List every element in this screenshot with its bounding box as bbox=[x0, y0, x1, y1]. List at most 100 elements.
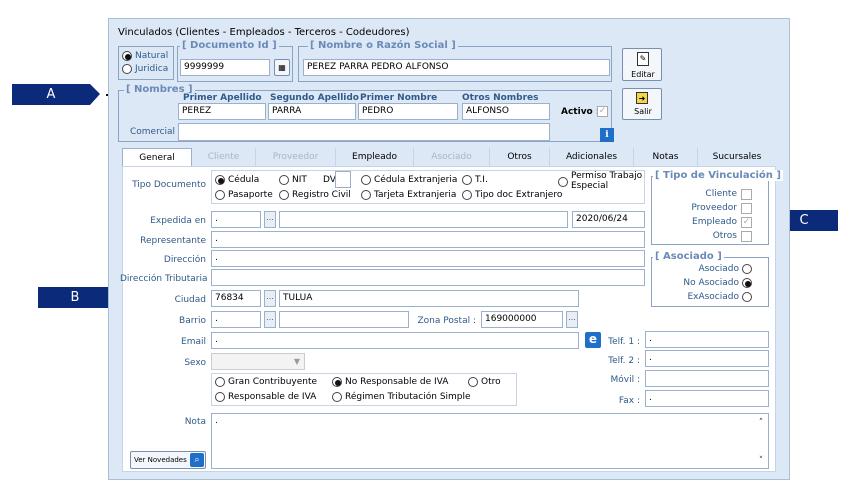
email-label: Email bbox=[181, 337, 206, 347]
barrio-code-input[interactable]: . bbox=[211, 311, 261, 328]
scroll-up-icon[interactable]: ˄ bbox=[756, 418, 766, 428]
ciudad-lookup-button[interactable]: ... bbox=[264, 290, 276, 307]
fax-input[interactable]: . bbox=[645, 390, 769, 407]
tab-empleado[interactable]: Empleado bbox=[336, 148, 414, 166]
regimen-simple-radio[interactable] bbox=[332, 392, 342, 402]
telf1-label: Telf. 1 : bbox=[608, 337, 640, 347]
cedula-radio[interactable] bbox=[215, 175, 225, 185]
otro-regimen-label: Otro bbox=[481, 377, 501, 387]
tarjeta-extranjeria-radio[interactable] bbox=[361, 190, 371, 200]
registro-civil-radio[interactable] bbox=[279, 190, 289, 200]
zona-postal-lookup-button[interactable]: ... bbox=[566, 311, 578, 328]
vinculacion-empleado-checkbox[interactable]: ✓ bbox=[741, 217, 752, 228]
ver-novedades-button[interactable]: Ver Novedades ⌕ bbox=[130, 451, 206, 469]
scroll-down-icon[interactable]: ˅ bbox=[756, 456, 766, 466]
nota-label: Nota bbox=[184, 417, 206, 427]
barrio-lookup-button[interactable]: ... bbox=[264, 311, 276, 328]
movil-label: Móvil : bbox=[610, 375, 641, 385]
tab-adicionales[interactable]: Adicionales bbox=[550, 148, 634, 166]
movil-input[interactable] bbox=[645, 370, 769, 387]
otro-regimen-radio[interactable] bbox=[468, 377, 478, 387]
telf1-input[interactable]: . bbox=[645, 331, 769, 348]
responsable-iva-radio[interactable] bbox=[215, 392, 225, 402]
comercial-input[interactable] bbox=[178, 123, 550, 141]
cedula-label: Cédula bbox=[228, 175, 260, 185]
salir-button[interactable]: ➜ Salir bbox=[622, 88, 662, 120]
email-input[interactable]: . bbox=[211, 332, 579, 349]
ti-radio[interactable] bbox=[462, 175, 472, 185]
representante-label: Representante bbox=[140, 236, 206, 246]
expedida-date-input[interactable]: 2020/06/24 bbox=[572, 211, 645, 228]
barrio-label: Barrio bbox=[179, 316, 206, 326]
callout-a-arrow bbox=[90, 84, 100, 105]
tab-sucursales[interactable]: Sucursales bbox=[698, 148, 776, 166]
primer-nombre-input[interactable]: PEDRO bbox=[358, 103, 458, 120]
tab-cliente[interactable]: Cliente bbox=[192, 148, 256, 166]
dv-input[interactable] bbox=[335, 171, 351, 188]
direccion-tributaria-input[interactable] bbox=[211, 269, 645, 286]
no-asociado-label: No Asociado bbox=[683, 278, 739, 288]
exasociado-radio[interactable] bbox=[742, 292, 752, 302]
natural-radio[interactable] bbox=[122, 51, 132, 61]
permiso-trabajo-radio[interactable] bbox=[558, 177, 568, 187]
fax-label: Fax : bbox=[618, 396, 640, 406]
vinculacion-proveedor-checkbox[interactable] bbox=[741, 203, 752, 214]
nombre-razon-input[interactable]: PEREZ PARRA PEDRO ALFONSO bbox=[303, 59, 610, 76]
pasaporte-radio[interactable] bbox=[215, 190, 225, 200]
primer-apellido-input[interactable]: PEREZ bbox=[178, 103, 266, 120]
activo-checkbox[interactable]: ✓ bbox=[597, 106, 608, 117]
expedida-code-input[interactable]: . bbox=[211, 211, 261, 228]
info-icon[interactable]: i bbox=[600, 128, 614, 142]
cedula-extranjeria-label: Cédula Extranjeria bbox=[374, 175, 458, 185]
expedida-city-input[interactable] bbox=[279, 211, 568, 228]
barrio-name-input[interactable] bbox=[279, 311, 409, 328]
ver-novedades-label: Ver Novedades bbox=[134, 456, 187, 464]
documento-input[interactable]: 9999999 bbox=[180, 59, 270, 76]
regimen-simple-label: Régimen Tributación Simple bbox=[345, 392, 471, 402]
ciudad-name-input[interactable]: TULUA bbox=[279, 290, 579, 307]
cedula-extranjeria-radio[interactable] bbox=[361, 175, 371, 185]
tab-asociado[interactable]: Asociado bbox=[414, 148, 490, 166]
vinculacion-otros-label: Otros bbox=[712, 231, 737, 241]
exasociado-label: ExAsociado bbox=[687, 292, 739, 302]
tipo-doc-extranjero-radio[interactable] bbox=[462, 190, 472, 200]
segundo-apellido-label: Segundo Apellido bbox=[270, 93, 359, 103]
documento-lookup-icon[interactable]: ▦ bbox=[274, 59, 290, 76]
tab-notas[interactable]: Notas bbox=[634, 148, 698, 166]
nota-textarea[interactable]: . bbox=[211, 413, 769, 469]
window-title: Vinculados (Clientes - Empleados - Terce… bbox=[118, 27, 410, 38]
ciudad-code-input[interactable]: 76834 bbox=[211, 290, 261, 307]
zona-postal-input[interactable]: 169000000 bbox=[481, 311, 563, 328]
otros-nombres-input[interactable]: ALFONSO bbox=[462, 103, 550, 120]
asociado-legend: [ Asociado ] bbox=[653, 251, 724, 262]
asociado-radio[interactable] bbox=[742, 264, 752, 274]
no-responsable-iva-radio[interactable] bbox=[332, 377, 342, 387]
nit-label: NIT bbox=[292, 175, 307, 185]
vinculacion-otros-checkbox[interactable] bbox=[741, 231, 752, 242]
edit-icon: ✎ bbox=[637, 52, 649, 66]
vinculacion-cliente-checkbox[interactable] bbox=[741, 189, 752, 200]
editar-button[interactable]: ✎ Editar bbox=[622, 48, 662, 81]
representante-input[interactable]: . bbox=[211, 231, 645, 248]
nit-radio[interactable] bbox=[279, 175, 289, 185]
expedida-lookup-button[interactable]: ... bbox=[264, 211, 276, 228]
registro-civil-label: Registro Civil bbox=[292, 190, 351, 200]
no-asociado-radio[interactable] bbox=[742, 278, 752, 288]
juridica-label: Juridica bbox=[135, 64, 169, 74]
tab-general[interactable]: General bbox=[122, 148, 192, 166]
juridica-radio[interactable] bbox=[122, 64, 132, 74]
pasaporte-label: Pasaporte bbox=[228, 190, 273, 200]
responsable-iva-label: Responsable de IVA bbox=[228, 392, 317, 402]
telf2-input[interactable]: . bbox=[645, 350, 769, 367]
segundo-apellido-input[interactable]: PARRA bbox=[268, 103, 356, 120]
gran-contribuyente-radio[interactable] bbox=[215, 377, 225, 387]
direccion-input[interactable]: . bbox=[211, 250, 645, 267]
ti-label: T.I. bbox=[475, 175, 488, 185]
ciudad-label: Ciudad bbox=[174, 295, 206, 305]
tab-proveedor[interactable]: Proveedor bbox=[256, 148, 336, 166]
tab-otros[interactable]: Otros bbox=[490, 148, 550, 166]
email-ie-icon[interactable]: e bbox=[585, 332, 601, 348]
primer-nombre-label: Primer Nombre bbox=[360, 93, 438, 103]
activo-label: Activo : bbox=[561, 107, 600, 117]
salir-label: Salir bbox=[634, 107, 652, 116]
